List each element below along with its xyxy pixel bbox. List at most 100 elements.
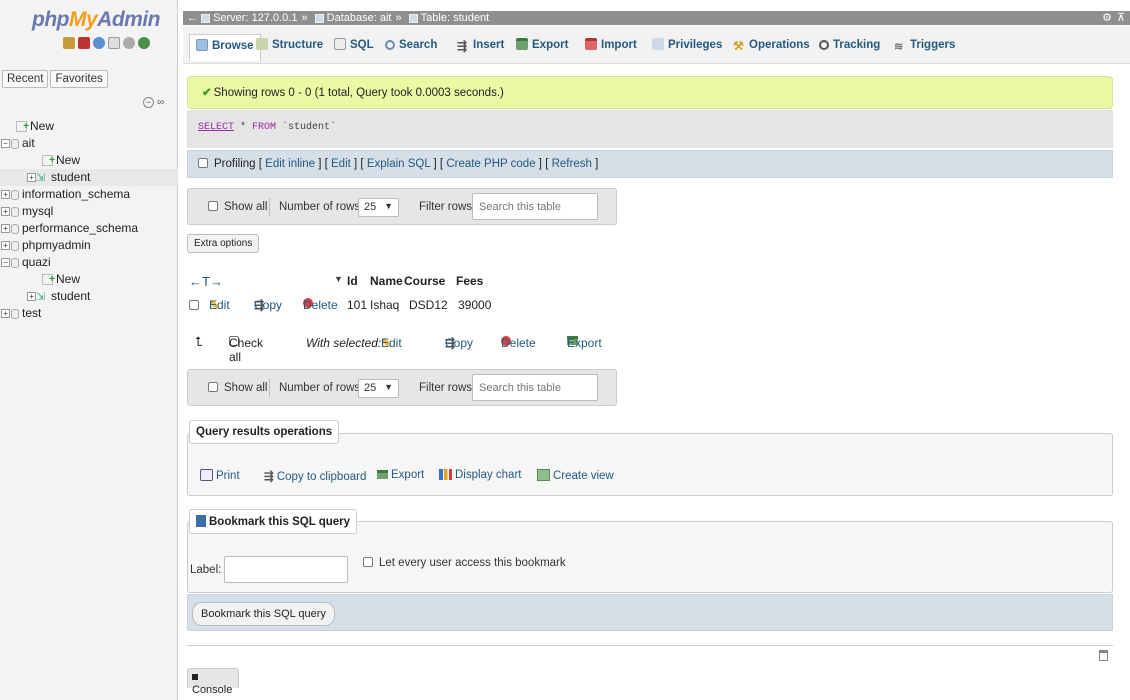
gear-icon[interactable]: ⚙ [1102,11,1112,25]
phpmyadmin-logo[interactable]: phpMyAdmin [0,0,177,32]
expand-icon[interactable]: + [1,224,10,234]
create-view-icon [537,469,550,481]
display-chart-link[interactable]: Display chart [439,469,521,481]
with-selected-label: With selected: [306,336,382,350]
sort-icon[interactable]: ▼ [334,274,343,284]
extra-options-button[interactable]: Extra options [187,234,260,253]
expand-icon[interactable]: + [1,309,10,319]
console-toggle[interactable]: Console [187,668,239,696]
column-name[interactable]: Name [370,274,403,288]
filter-rows-input[interactable]: Search this table [472,193,598,220]
tab-sql[interactable]: SQL [328,34,380,61]
profiling-bar: Profiling [ Edit inline ] [ Edit ] [ Exp… [187,150,1113,178]
bookmark-query-button[interactable]: Bookmark this SQL query [192,602,335,626]
triggers-icon: ≋ [894,41,904,53]
tab-import[interactable]: Import [579,34,643,61]
table-icon: ⇲ [36,290,46,303]
copy-to-clipboard-link[interactable]: ⇶ Copy to clipboard [264,469,366,483]
pin-icon[interactable]: ⊼ [1117,11,1125,25]
table-row: ✎ Edit ⇶ Copy Delete 101 Ishaq DSD12 390… [189,298,589,314]
tab-privileges[interactable]: Privileges [646,34,728,61]
refresh-link[interactable]: Refresh [552,158,592,170]
column-fees[interactable]: Fees [456,274,483,288]
edit-inline-link[interactable]: Edit inline [265,158,315,170]
create-view-link[interactable]: Create view [537,469,614,482]
tab-structure[interactable]: Structure [250,34,329,61]
expand-icon[interactable]: + [1,190,10,200]
expand-icon[interactable]: + [1,241,10,251]
row-checkbox[interactable] [189,300,199,310]
tree-item-phpmyadmin[interactable]: + phpmyadmin [0,237,178,254]
number-of-rows-select[interactable]: 25 ▼ [358,198,399,217]
tree-item-ait[interactable]: − ait [0,135,178,152]
tree-item-information-schema[interactable]: + information_schema [0,186,178,203]
cell-fees[interactable]: 39000 [458,298,491,312]
export-link[interactable]: Export [377,469,424,481]
tab-insert[interactable]: ⇶ Insert [451,34,510,61]
home-icon[interactable] [63,37,75,49]
tab-tracking[interactable]: Tracking [813,34,886,61]
edit-link[interactable]: Edit [331,158,351,170]
breadcrumb-server[interactable]: Server: 127.0.0.1 [201,11,297,25]
tree-item-ait-new[interactable]: New [0,152,178,169]
sql-query-display[interactable]: SELECT * FROM `student` [187,110,1113,148]
menu-toggle-icon[interactable]: ← [187,12,198,24]
column-resize-icon[interactable]: ←T→ [189,274,223,289]
settings-icon[interactable] [123,37,135,49]
column-id[interactable]: Id [347,274,358,288]
bookmark-label-input[interactable] [224,556,348,583]
tab-export[interactable]: Export [510,34,574,61]
docs-icon[interactable] [108,37,120,49]
filter-rows-input[interactable]: Search this table [472,374,598,401]
column-course[interactable]: Course [404,274,445,288]
tab-triggers[interactable]: ≋ Triggers [888,34,961,61]
tab-operations[interactable]: ⚒ Operations [727,34,816,61]
database-icon [314,13,324,23]
browse-icon [196,39,208,51]
help-icon[interactable] [93,37,105,49]
create-php-code-link[interactable]: Create PHP code [446,158,535,170]
tree-item-quazi[interactable]: − quazi [0,254,178,271]
recent-tab[interactable]: Recent [2,70,49,88]
expand-icon[interactable]: + [27,173,36,183]
collapse-icon[interactable]: − [1,258,10,268]
tree-item-quazi-new[interactable]: New [0,271,178,288]
results-header: ←T→ ▼ Id Name Course Fees [189,274,489,290]
with-selected-bar: ⮤ Check all With selected: ✎ Edit ⇶ Copy… [195,334,602,364]
reload-icon[interactable] [138,37,150,49]
tree-item-performance-schema[interactable]: + performance_schema [0,220,178,237]
tree-item-test[interactable]: + test [0,305,178,322]
favorites-tab[interactable]: Favorites [50,70,108,88]
tree-item-new[interactable]: New [0,118,178,135]
show-all-checkbox[interactable]: Show all [208,382,267,394]
tree-item-quazi-student[interactable]: + ⇲ student [0,288,178,305]
cell-name[interactable]: Ishaq [370,298,399,312]
expand-icon[interactable]: + [1,207,10,217]
table-icon [408,13,418,23]
logout-icon[interactable] [78,37,90,49]
breadcrumb-database[interactable]: Database: ait [314,11,391,25]
print-link[interactable]: Print [200,469,240,482]
breadcrumb-table[interactable]: Table: student [408,11,489,25]
expand-icon[interactable]: + [27,292,36,302]
cell-course[interactable]: DSD12 [409,298,448,312]
collapse-icon[interactable]: − [1,139,10,149]
explain-sql-link[interactable]: Explain SQL [367,158,431,170]
page-settings-icon[interactable] [1099,650,1108,661]
link-with-main-icon[interactable]: ∞ [157,97,164,108]
profiling-checkbox[interactable] [198,158,208,168]
tab-search[interactable]: Search [379,34,443,61]
share-bookmark-checkbox[interactable]: Let every user access this bookmark [363,557,566,569]
cell-id[interactable]: 101 [347,298,367,312]
chevron-down-icon: ▼ [384,382,393,392]
database-icon [11,223,19,234]
structure-icon [256,38,268,50]
number-of-rows-select[interactable]: 25 ▼ [358,379,399,398]
database-icon [11,257,19,268]
collapse-all-icon[interactable]: − [143,97,154,108]
tree-item-ait-student[interactable]: + ⇲ student [0,169,178,186]
database-icon [11,308,19,319]
show-all-checkbox[interactable]: Show all [208,201,267,213]
tree-item-mysql[interactable]: + mysql [0,203,178,220]
success-message: ✔ Showing rows 0 - 0 (1 total, Query took… [187,76,1113,109]
